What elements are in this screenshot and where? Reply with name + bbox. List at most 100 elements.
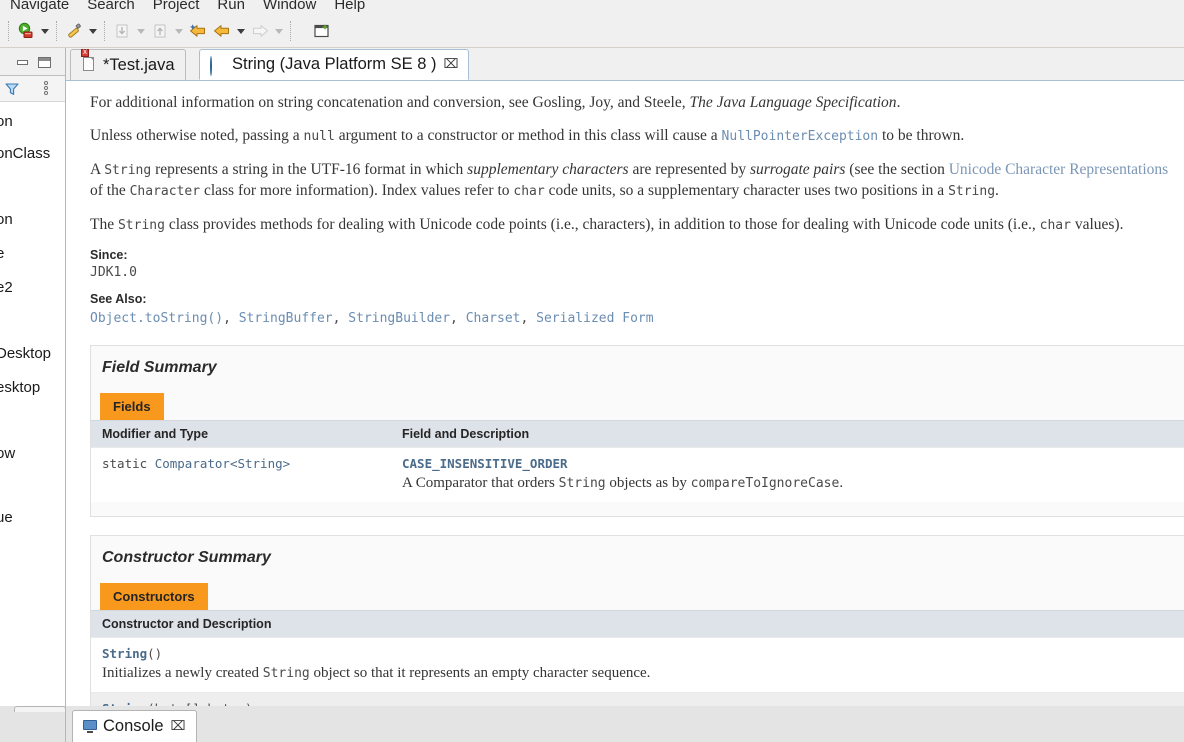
column-header-constructor-and-description: Constructor and Description bbox=[91, 610, 1184, 638]
constructor-description: Initializes a newly created String objec… bbox=[102, 665, 651, 681]
menu-item-help[interactable]: Help bbox=[325, 0, 374, 13]
see-also-link[interactable]: Object.toString() bbox=[90, 311, 223, 326]
field-name-link[interactable]: CASE_INSENSITIVE_ORDER bbox=[402, 456, 1176, 471]
editor-tab-string-javadoc[interactable]: String (Java Platform SE 8 ) ⌧ bbox=[199, 49, 470, 80]
panel-view-controls bbox=[0, 48, 65, 76]
forward-arrow-icon[interactable] bbox=[248, 19, 272, 43]
constructors-tab[interactable]: Constructors bbox=[100, 583, 208, 610]
link-with-editor-icon[interactable] bbox=[37, 80, 53, 98]
constructor-and-description: String() Initializes a newly created Stri… bbox=[91, 637, 1184, 693]
column-header-modifier-and-type: Modifier and Type bbox=[91, 420, 391, 448]
see-also-separator: , bbox=[223, 311, 239, 326]
package-explorer-panel: on onClass on e e2 Desktop esktop ow ue bbox=[0, 48, 66, 706]
toolbar-separator bbox=[290, 21, 292, 41]
maximize-icon[interactable] bbox=[38, 57, 51, 68]
doc-link[interactable]: Unicode Character Representations bbox=[949, 161, 1169, 178]
code-text: String bbox=[117, 218, 165, 233]
console-icon bbox=[83, 720, 97, 733]
run-dropdown-chevron-down-icon[interactable] bbox=[38, 19, 52, 43]
menu-item-project[interactable]: Project bbox=[144, 0, 209, 13]
panel-toolbar bbox=[0, 76, 65, 102]
menu-bar: Navigate Search Project Run Window Help bbox=[0, 0, 1184, 15]
menu-item-search[interactable]: Search bbox=[78, 0, 144, 13]
constructor-name-link[interactable]: String bbox=[102, 646, 147, 661]
external-tools-icon[interactable] bbox=[62, 19, 86, 43]
table-row: static Comparator<String> CASE_INSENSITIV… bbox=[91, 447, 1184, 502]
last-edit-location-icon[interactable] bbox=[186, 19, 210, 43]
constructor-signature[interactable]: String() bbox=[102, 646, 1176, 661]
stub-tab-top bbox=[14, 706, 66, 712]
back-dropdown-chevron-down-icon[interactable] bbox=[234, 19, 248, 43]
package-explorer-item[interactable]: e2 bbox=[0, 276, 65, 300]
table-header-row: Constructor and Description bbox=[91, 610, 1184, 638]
since-label: Since: bbox=[90, 248, 128, 262]
javadoc-viewer[interactable]: For additional information on string con… bbox=[66, 81, 1184, 706]
constructor-and-description: String(byte[] bytes)Constructs a new Str… bbox=[91, 692, 1184, 706]
field-type-link[interactable]: Comparator<String> bbox=[155, 456, 290, 471]
globe-icon bbox=[210, 55, 226, 76]
package-explorer-item[interactable]: Desktop bbox=[0, 342, 65, 366]
package-explorer-item[interactable]: onClass bbox=[0, 142, 65, 166]
constructor-summary-block: Constructor Summary Constructors Constru… bbox=[90, 535, 1184, 706]
package-explorer-item[interactable]: on bbox=[0, 110, 65, 134]
see-also-separator: , bbox=[332, 311, 349, 326]
package-explorer-tree[interactable]: on onClass on e e2 Desktop esktop ow ue bbox=[0, 102, 65, 702]
field-and-description: CASE_INSENSITIVE_ORDER A Comparator that … bbox=[391, 447, 1184, 502]
since-value: JDK1.0 bbox=[90, 265, 137, 280]
javadoc-paragraph: For additional information on string con… bbox=[90, 94, 901, 111]
forward-dropdown-chevron-down-icon[interactable] bbox=[272, 19, 286, 43]
run-icon[interactable] bbox=[14, 19, 38, 43]
next-annotation-dropdown-chevron-down-icon[interactable] bbox=[134, 19, 148, 43]
filter-icon[interactable] bbox=[4, 81, 20, 97]
external-tools-dropdown-chevron-down-icon[interactable] bbox=[86, 19, 100, 43]
toolbar-separator bbox=[8, 21, 10, 41]
new-java-class-icon[interactable] bbox=[310, 19, 334, 43]
field-summary-title: Field Summary bbox=[102, 359, 217, 376]
menu-item-window[interactable]: Window bbox=[254, 0, 325, 13]
javadoc-paragraph: The String class provides methods for de… bbox=[90, 216, 1124, 233]
table-row: String() Initializes a newly created Stri… bbox=[91, 637, 1184, 693]
previous-annotation-dropdown-chevron-down-icon[interactable] bbox=[172, 19, 186, 43]
editor-tab-strip: *Test.java String (Java Platform SE 8 ) … bbox=[66, 47, 1184, 81]
code-text: String bbox=[948, 184, 996, 199]
close-icon[interactable]: ⌧ bbox=[444, 58, 459, 71]
editor-area: *Test.java String (Java Platform SE 8 ) … bbox=[66, 47, 1184, 706]
close-icon[interactable]: ⌧ bbox=[171, 720, 186, 733]
minimize-icon[interactable] bbox=[16, 57, 29, 68]
java-file-error-icon bbox=[81, 47, 97, 73]
table-header-row: Modifier and Type Field and Description bbox=[91, 420, 1184, 448]
fields-tab[interactable]: Fields bbox=[100, 393, 164, 420]
package-explorer-item[interactable]: ue bbox=[0, 506, 65, 530]
see-also-link[interactable]: StringBuilder bbox=[348, 311, 450, 326]
package-explorer-item[interactable]: ow bbox=[0, 442, 65, 466]
emphasis-text: surrogate pairs bbox=[749, 161, 846, 178]
next-annotation-icon[interactable] bbox=[110, 19, 134, 43]
console-tab[interactable]: Console ⌧ bbox=[72, 710, 197, 742]
field-summary-table: Modifier and Type Field and Description … bbox=[91, 420, 1184, 502]
toolbar-separator bbox=[56, 21, 58, 41]
see-also-link[interactable]: Serialized Form bbox=[536, 311, 653, 326]
table-row: String(byte[] bytes)Constructs a new Str… bbox=[91, 692, 1184, 706]
back-arrow-icon[interactable] bbox=[210, 19, 234, 43]
see-also-link[interactable]: Charset bbox=[466, 311, 521, 326]
package-explorer-item[interactable]: esktop bbox=[0, 376, 65, 400]
previous-annotation-icon[interactable] bbox=[148, 19, 172, 43]
see-also-link[interactable]: StringBuffer bbox=[239, 311, 333, 326]
constructor-summary-table: Constructor and Description String() Init… bbox=[91, 610, 1184, 706]
column-header-field-and-description: Field and Description bbox=[391, 420, 1184, 448]
constructor-summary-title: Constructor Summary bbox=[102, 549, 271, 566]
editor-tab-label: String (Java Platform SE 8 ) bbox=[232, 55, 437, 73]
field-description: A Comparator that orders String objects … bbox=[402, 475, 844, 491]
package-explorer-item[interactable]: e bbox=[0, 242, 65, 266]
menu-item-run[interactable]: Run bbox=[208, 0, 254, 13]
menu-item-navigate[interactable]: Navigate bbox=[1, 0, 78, 13]
eclipse-window: NavigateSearchProjectRunWindowHelp bbox=[0, 0, 1184, 742]
code-text: String bbox=[104, 163, 152, 178]
code-text: char bbox=[1039, 218, 1071, 233]
package-explorer-item[interactable]: on bbox=[0, 208, 65, 232]
editor-tab-test-java[interactable]: *Test.java bbox=[70, 47, 186, 80]
emphasis-text: supplementary characters bbox=[467, 161, 629, 178]
doc-link[interactable]: NullPointerException bbox=[722, 129, 879, 144]
editor-tab-label: *Test.java bbox=[103, 55, 175, 74]
main-toolbar bbox=[0, 15, 1184, 48]
